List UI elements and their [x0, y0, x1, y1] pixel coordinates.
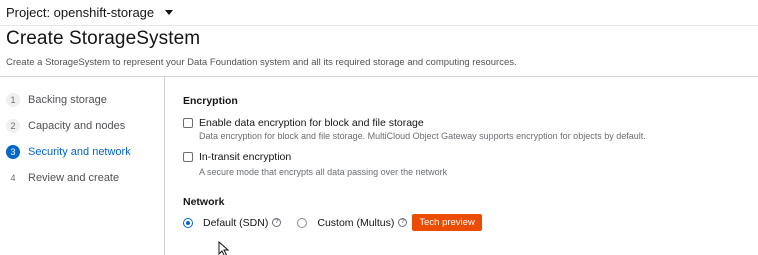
wizard-step-label: Security and network — [28, 146, 131, 158]
in-transit-checkbox[interactable] — [183, 152, 193, 162]
step-number: 3 — [6, 145, 20, 159]
wizard-step-label: Review and create — [28, 172, 120, 184]
step-number: 4 — [10, 173, 16, 183]
data-encryption-label: Enable data encryption for block and fil… — [199, 117, 424, 129]
step-number: 1 — [6, 93, 20, 107]
page-description: Create a StorageSystem to represent your… — [6, 57, 517, 68]
data-encryption-checkbox[interactable] — [183, 118, 193, 128]
project-selector-label: Project: openshift-storage — [6, 5, 155, 20]
step-number: 2 — [6, 119, 20, 133]
custom-multus-label: Custom (Multus) — [317, 216, 395, 229]
network-radio-group: Default (SDN) ? Custom (Multus) ? Tech p… — [183, 214, 753, 231]
data-encryption-checkbox-row[interactable]: Enable data encryption for block and fil… — [183, 117, 753, 129]
tech-preview-badge[interactable]: Tech preview — [412, 214, 482, 231]
wizard-step-capacity-and-nodes[interactable]: 2 Capacity and nodes — [6, 118, 161, 134]
project-selector[interactable]: Project: openshift-storage — [6, 5, 174, 20]
nav-divider — [164, 77, 165, 255]
page-title: Create StorageSystem — [6, 28, 201, 49]
wizard-nav: 1 Backing storage 2 Capacity and nodes 3… — [6, 92, 161, 196]
default-sdn-radio[interactable] — [183, 217, 193, 228]
wizard-step-review-and-create[interactable]: 4 Review and create — [6, 170, 161, 186]
encryption-heading: Encryption — [183, 95, 238, 107]
help-icon[interactable]: ? — [398, 218, 408, 227]
custom-multus-radio[interactable] — [297, 217, 308, 228]
wizard-step-label: Capacity and nodes — [28, 120, 126, 132]
project-bar: Project: openshift-storage — [0, 0, 758, 26]
in-transit-helper: A secure mode that encrypts all data pas… — [199, 167, 448, 177]
caret-down-icon — [165, 10, 174, 15]
data-encryption-helper: Data encryption for block and file stora… — [199, 131, 646, 141]
header-divider — [0, 76, 758, 77]
mouse-cursor-icon — [218, 241, 230, 255]
help-icon[interactable]: ? — [272, 218, 282, 227]
network-option-custom-multus[interactable]: Custom (Multus) ? — [297, 216, 408, 229]
in-transit-label: In-transit encryption — [199, 151, 292, 163]
wizard-step-security-and-network[interactable]: 3 Security and network — [6, 144, 161, 160]
wizard-step-backing-storage[interactable]: 1 Backing storage — [6, 92, 161, 108]
default-sdn-label: Default (SDN) — [203, 216, 269, 229]
wizard-step-label: Backing storage — [28, 94, 107, 106]
network-heading: Network — [183, 196, 225, 208]
main-content: Encryption Enable data encryption for bl… — [183, 95, 753, 231]
network-option-default-sdn[interactable]: Default (SDN) ? — [183, 216, 282, 229]
in-transit-checkbox-row[interactable]: In-transit encryption — [183, 151, 753, 163]
